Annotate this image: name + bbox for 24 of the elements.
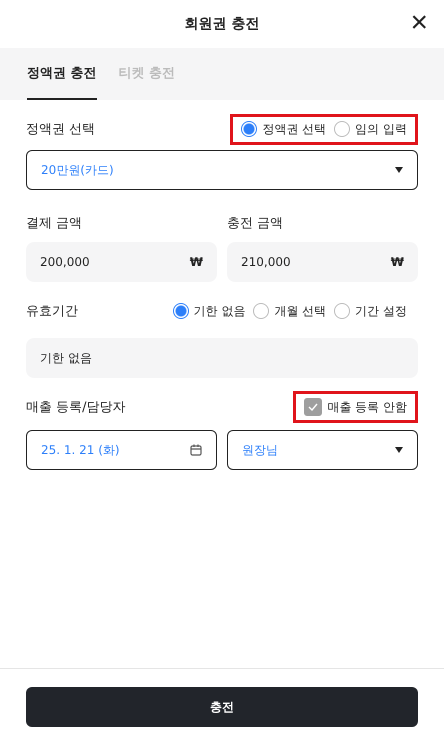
field-label: 매출 등록/담당자	[26, 399, 126, 416]
amount-field[interactable]: 210,000 ₩	[227, 242, 418, 282]
field-label: 결제 금액	[26, 215, 84, 232]
field-label: 유효기간	[26, 303, 78, 320]
radio-option[interactable]: 정액권 선택	[241, 120, 326, 138]
calendar-icon	[190, 444, 202, 456]
radio-option[interactable]: 임의 입력	[334, 120, 407, 138]
staff-dropdown[interactable]: 원장님	[227, 430, 418, 470]
checkbox-option[interactable]: 매출 등록 안함	[304, 398, 407, 416]
radio-option[interactable]: 기한 없음	[172, 302, 246, 320]
close-button[interactable]: ×	[406, 8, 432, 38]
caret-icon	[395, 167, 403, 173]
caret-icon	[395, 447, 403, 453]
charge-button[interactable]: 충전	[26, 687, 418, 727]
validity-field[interactable]: 기한 없음	[26, 338, 418, 378]
date-picker[interactable]: 25. 1. 21 (화)	[26, 430, 217, 470]
radio-option[interactable]: 기간 설정	[334, 302, 407, 320]
dialog-title: 회원권 충전	[184, 15, 260, 33]
radio-option[interactable]: 개월 선택	[253, 302, 326, 320]
amount-dropdown[interactable]: 20만원(카드)	[26, 150, 418, 190]
tab[interactable]: 정액권 충전	[27, 48, 97, 100]
field-label: 정액권 선택	[26, 121, 96, 138]
field-label: 충전 금액	[227, 215, 284, 232]
amount-field[interactable]: 200,000 ₩	[26, 242, 217, 282]
